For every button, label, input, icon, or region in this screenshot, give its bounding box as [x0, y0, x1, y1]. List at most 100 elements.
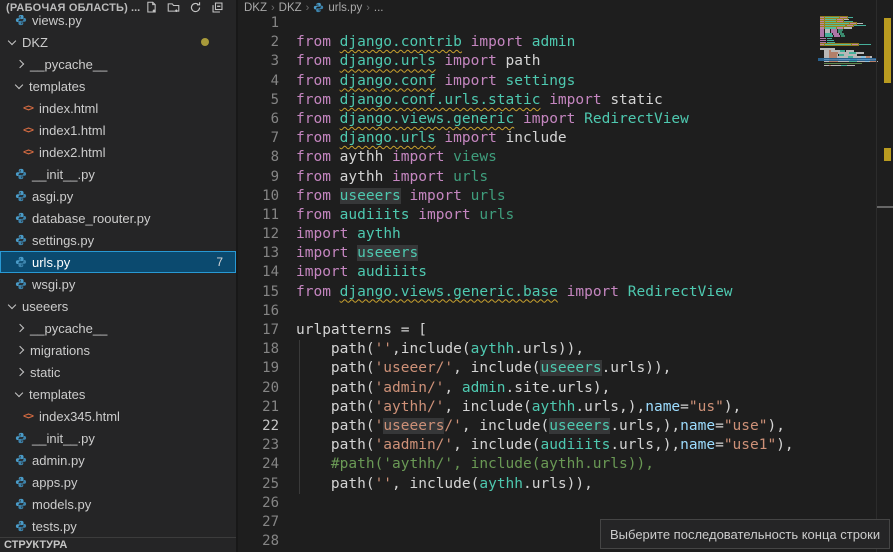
tree-item-models-py[interactable]: models.py	[0, 493, 236, 515]
tree-item-label: admin.py	[32, 453, 85, 468]
code-line[interactable]: 4from django.conf import settings	[240, 72, 818, 91]
code-token: import	[471, 34, 523, 50]
code-line[interactable]: 12import aythh	[240, 225, 818, 244]
code-line-text: from django.urls import path	[296, 52, 540, 71]
tree-item-templates[interactable]: templates	[0, 75, 236, 97]
code-line[interactable]: 17urlpatterns = [	[240, 321, 818, 340]
html-file-icon: <>	[22, 410, 34, 422]
code-token	[602, 92, 611, 108]
breadcrumb-item[interactable]: DKZ	[244, 2, 267, 14]
code-token	[331, 169, 340, 185]
code-line[interactable]: 20 path('admin/', admin.site.urls),	[240, 379, 818, 398]
tree-item-label: tests.py	[32, 519, 77, 534]
code-token: static	[610, 92, 662, 108]
tree-item-label: index2.html	[39, 145, 105, 160]
code-token: .urls)),	[514, 341, 584, 357]
code-line[interactable]: 23 path('aadmin/', include(audiiits.urls…	[240, 436, 818, 455]
code-token: audiiits	[340, 207, 410, 223]
new-file-icon[interactable]	[145, 1, 158, 14]
code-token	[331, 188, 340, 204]
outline-section-header[interactable]: СТРУКТУРА	[0, 537, 236, 552]
tree-item-label: __init__.py	[32, 431, 95, 446]
tree-item-apps-py[interactable]: apps.py	[0, 471, 236, 493]
code-line[interactable]: 10from useeers import urls	[240, 187, 818, 206]
tree-item-index2-html[interactable]: <>index2.html	[0, 141, 236, 163]
code-line[interactable]: 8from aythh import views	[240, 148, 818, 167]
tree-item-static[interactable]: static	[0, 361, 236, 383]
code-line[interactable]: 2from django.contrib import admin	[240, 33, 818, 52]
code-line[interactable]: 5from django.conf.urls.static import sta…	[240, 91, 818, 110]
breadcrumb-item[interactable]: DKZ	[279, 2, 302, 14]
code-token: django.urls	[340, 130, 436, 146]
code-editor[interactable]: 12from django.contrib import admin3from …	[240, 14, 818, 551]
tree-item-index345-html[interactable]: <>index345.html	[0, 405, 236, 427]
code-token: import	[444, 73, 496, 89]
minimap-mark	[852, 44, 858, 46]
python-file-icon	[15, 520, 27, 532]
tree-item-urls-py[interactable]: urls.py7	[0, 251, 236, 273]
code-line[interactable]: 24 #path('aythh/', include(aythh.urls)),	[240, 455, 818, 474]
tree-item-database-roouter-py[interactable]: database_roouter.py	[0, 207, 236, 229]
code-token: aythh	[532, 399, 576, 415]
new-folder-icon[interactable]	[167, 1, 180, 14]
code-line[interactable]: 25 path('', include(aythh.urls)),	[240, 475, 818, 494]
python-file-icon	[15, 278, 27, 290]
code-line[interactable]: 11from audiiits import urls	[240, 206, 818, 225]
python-file-icon	[313, 2, 324, 13]
python-file-icon	[15, 476, 27, 488]
code-token	[462, 188, 471, 204]
code-token	[348, 245, 357, 261]
code-line[interactable]: 1	[240, 14, 818, 33]
tree-item-index-html[interactable]: <>index.html	[0, 97, 236, 119]
breadcrumb-item[interactable]: urls.py	[328, 2, 362, 14]
code-line[interactable]: 15from django.views.generic.base import …	[240, 283, 818, 302]
overview-ruler[interactable]	[876, 0, 893, 552]
tree-item--pycache-[interactable]: __pycache__	[0, 53, 236, 75]
code-line[interactable]: 3from django.urls import path	[240, 52, 818, 71]
code-token: name	[680, 418, 715, 434]
breadcrumb-item[interactable]: ...	[374, 2, 384, 14]
code-token	[444, 169, 453, 185]
tree-item-wsgi-py[interactable]: wsgi.py	[0, 273, 236, 295]
minimap[interactable]	[818, 0, 876, 552]
tree-item-admin-py[interactable]: admin.py	[0, 449, 236, 471]
code-line[interactable]: 6from django.views.generic import Redire…	[240, 110, 818, 129]
code-line[interactable]: 18 path('',include(aythh.urls)),	[240, 340, 818, 359]
line-number: 25	[240, 475, 296, 494]
code-token: RedirectView	[584, 111, 689, 127]
code-token: import	[418, 207, 470, 223]
tree-item-useeers[interactable]: useeers	[0, 295, 236, 317]
code-line[interactable]: 9from aythh import urls	[240, 168, 818, 187]
code-token: "us"	[689, 399, 724, 415]
code-line[interactable]: 26	[240, 494, 818, 513]
tree-item-dkz[interactable]: DKZ	[0, 31, 236, 53]
ruler-warning-mark	[884, 18, 891, 83]
code-line[interactable]: 7from django.urls import include	[240, 129, 818, 148]
tree-item--init-py[interactable]: __init__.py	[0, 427, 236, 449]
minimap-mark	[820, 44, 824, 46]
refresh-icon[interactable]	[189, 1, 202, 14]
tree-item-label: templates	[29, 387, 85, 402]
tree-item--init-py[interactable]: __init__.py	[0, 163, 236, 185]
tree-item--pycache-[interactable]: __pycache__	[0, 317, 236, 339]
tree-item-migrations[interactable]: migrations	[0, 339, 236, 361]
code-line[interactable]: 14import audiiits	[240, 263, 818, 282]
code-line[interactable]: 19 path('useeer/', include(useeers.urls)…	[240, 359, 818, 378]
chevron-down-icon	[15, 388, 23, 396]
explorer-section-header[interactable]: (РАБОЧАЯ ОБЛАСТЬ) ...	[0, 0, 236, 15]
tree-item-label: __init__.py	[32, 167, 95, 182]
code-line[interactable]: 16	[240, 302, 818, 321]
tree-item-tests-py[interactable]: tests.py	[0, 515, 236, 537]
code-line[interactable]: 22 path('useeers/', include(useeers.urls…	[240, 417, 818, 436]
code-line[interactable]: 21 path('aythh/', include(aythh.urls,),n…	[240, 398, 818, 417]
code-token	[497, 73, 506, 89]
tree-item-settings-py[interactable]: settings.py	[0, 229, 236, 251]
tree-item-templates[interactable]: templates	[0, 383, 236, 405]
more-actions-icon[interactable]: ...	[131, 2, 140, 14]
line-number: 16	[240, 302, 296, 321]
code-line[interactable]: 13import useeers	[240, 244, 818, 263]
tree-item-asgi-py[interactable]: asgi.py	[0, 185, 236, 207]
collapse-folders-icon[interactable]	[211, 1, 224, 14]
minimap-mark	[825, 44, 851, 46]
tree-item-index1-html[interactable]: <>index1.html	[0, 119, 236, 141]
